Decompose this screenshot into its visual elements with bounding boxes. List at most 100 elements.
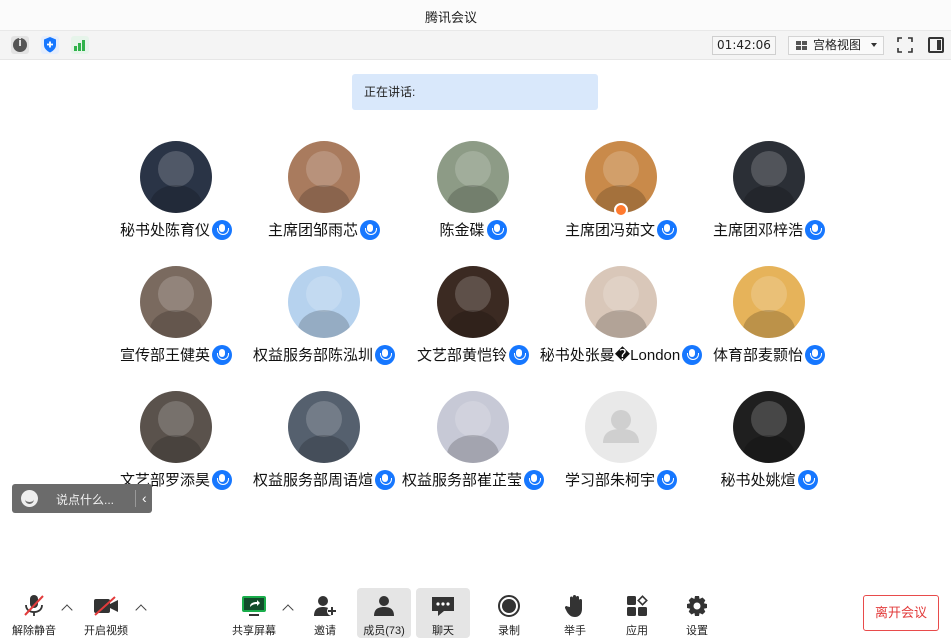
participant-name: 陈金碟 [439, 222, 485, 239]
members-icon [374, 596, 394, 616]
chevron-left-icon[interactable]: ‹ [142, 490, 147, 506]
start-video-label: 开启视频 [84, 625, 128, 637]
avatar [733, 266, 805, 338]
add-user-icon [314, 596, 337, 616]
participant-name: 学习部朱柯宇 [564, 472, 655, 489]
avatar [733, 141, 805, 213]
invite-button[interactable]: 邀请 [304, 588, 346, 638]
window-title: 腾讯会议 [425, 10, 478, 25]
apps-label: 应用 [626, 625, 648, 637]
participant-name: 权益服务部周语煊 [252, 472, 373, 489]
start-video-button[interactable]: 开启视频 [78, 588, 134, 638]
unmute-button[interactable]: 解除静音 [6, 588, 62, 638]
members-button[interactable]: 成员(73) [357, 588, 411, 638]
participant-name: 宣传部王健英 [119, 347, 210, 364]
share-screen-button[interactable]: 共享屏幕 [228, 588, 280, 638]
chevron-down-icon [871, 43, 877, 47]
chat-icon [432, 597, 454, 616]
grid-icon [796, 41, 807, 51]
chevron-up-icon[interactable] [61, 604, 73, 616]
participant-name: 主席团邹雨芯 [267, 222, 358, 239]
share-screen-label: 共享屏幕 [232, 625, 276, 637]
speaking-indicator: 正在讲话: [352, 74, 598, 110]
mic-icon [486, 219, 507, 240]
participant-tile[interactable]: 体育部麦颢怡 [679, 266, 859, 376]
avatar [140, 266, 212, 338]
avatar [140, 391, 212, 463]
top-toolbar: i 01:42:06 宫格视图 [0, 30, 951, 60]
mic-icon [805, 219, 825, 240]
fullscreen-icon[interactable] [897, 37, 913, 53]
mic-icon [360, 219, 380, 240]
meeting-timer: 01:42:06 [712, 36, 776, 55]
view-mode-label: 宫格视图 [813, 38, 862, 52]
participant-name: 主席团邓梓浩 [712, 222, 803, 239]
participant-name-row: 秘书处姚煊 [679, 469, 859, 491]
record-button[interactable]: 录制 [488, 588, 530, 638]
participant-name: 文艺部黄恺铃 [416, 347, 507, 364]
mic-icon [509, 344, 529, 365]
avatar [288, 391, 360, 463]
share-screen-icon [242, 596, 266, 616]
chat-label: 聊天 [432, 625, 454, 637]
avatar [140, 141, 212, 213]
settings-label: 设置 [686, 625, 708, 637]
participant-name-row: 主席团邓梓浩 [679, 219, 859, 241]
raise-hand-button[interactable]: 举手 [554, 588, 596, 638]
host-badge-icon [614, 203, 628, 217]
signal-icon[interactable] [71, 36, 89, 54]
participant-tile[interactable]: 主席团邓梓浩 [679, 141, 859, 251]
chat-quick-input[interactable]: 说点什么... ‹ [12, 484, 152, 513]
chat-placeholder: 说点什么... [56, 493, 115, 507]
avatar [437, 391, 509, 463]
participant-name: 权益服务部崔芷莹 [401, 472, 522, 489]
participant-name: 秘书处姚煊 [720, 472, 796, 489]
chat-button[interactable]: 聊天 [416, 588, 470, 638]
view-mode-dropdown[interactable]: 宫格视图 [788, 36, 884, 55]
gear-icon [687, 596, 707, 616]
avatar [288, 266, 360, 338]
participant-name: 权益服务部陈泓圳 [252, 347, 373, 364]
mic-icon [212, 344, 232, 365]
mic-muted-icon [24, 595, 44, 616]
participant-name: 主席团冯茹文 [564, 222, 655, 239]
participant-tile[interactable]: 秘书处姚煊 [679, 391, 859, 501]
avatar [437, 141, 509, 213]
record-label: 录制 [498, 625, 520, 637]
participant-name: 秘书处陈育仪 [119, 222, 210, 239]
chevron-up-icon[interactable] [282, 604, 294, 616]
avatar [437, 266, 509, 338]
participant-name-row: 体育部麦颢怡 [679, 344, 859, 366]
avatar [733, 391, 805, 463]
mic-icon [797, 469, 818, 490]
divider [135, 490, 136, 507]
shield-icon[interactable] [41, 36, 59, 54]
video-off-icon [94, 596, 118, 616]
settings-button[interactable]: 设置 [676, 588, 718, 638]
side-panel-icon[interactable] [928, 37, 944, 53]
mic-icon [805, 344, 825, 365]
leave-meeting-button[interactable]: 离开会议 [863, 595, 939, 631]
mic-icon [657, 469, 677, 490]
speaking-label: 正在讲话: [364, 85, 416, 99]
emoji-icon[interactable] [21, 490, 38, 507]
avatar [585, 266, 657, 338]
apps-button[interactable]: 应用 [616, 588, 658, 638]
default-avatar-icon [585, 391, 657, 463]
window-titlebar: 腾讯会议 [0, 0, 951, 30]
members-label: 成员(73) [363, 625, 405, 637]
hand-icon [564, 595, 582, 617]
info-icon[interactable]: i [11, 36, 29, 54]
chevron-up-icon[interactable] [135, 604, 147, 616]
raise-hand-label: 举手 [564, 625, 586, 637]
record-icon [498, 595, 520, 617]
bottom-toolbar: 解除静音 开启视频 共享屏幕 邀请 成员(73) 聊天 录制 举手 应用 设置 … [0, 584, 951, 639]
apps-icon [627, 595, 648, 616]
unmute-label: 解除静音 [12, 625, 56, 637]
mic-icon [657, 219, 677, 240]
participant-name: 秘书处张曼�London [539, 347, 681, 364]
participant-name: 体育部麦颢怡 [712, 347, 803, 364]
mic-icon [212, 469, 232, 490]
avatar [288, 141, 360, 213]
mic-icon [212, 219, 232, 240]
